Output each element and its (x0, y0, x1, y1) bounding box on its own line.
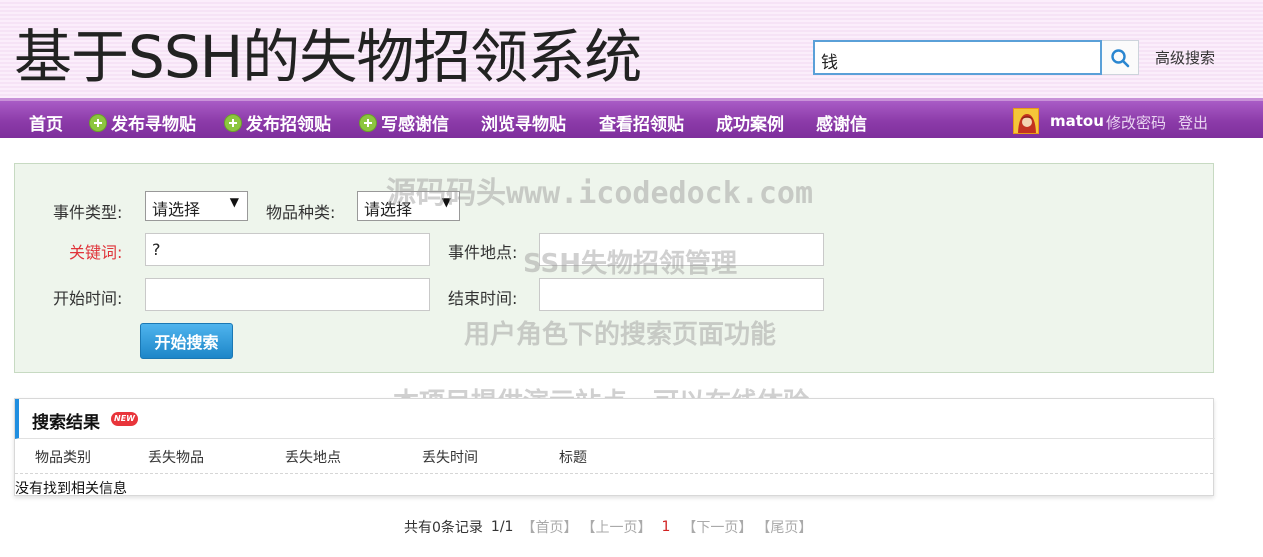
avatar[interactable] (1013, 108, 1039, 134)
nav-item-label: 感谢信 (816, 115, 867, 135)
item-kind-label: 物品种类: (266, 203, 336, 222)
divider (15, 473, 1213, 474)
nav-item-post-found[interactable]: 发布招领贴 (224, 110, 331, 135)
event-type-label: 事件类型: (53, 203, 123, 222)
nav-item-thank-letters[interactable]: 感谢信 (816, 110, 867, 135)
next-page-link[interactable]: 【下一页】 (682, 517, 752, 537)
last-page-link[interactable]: 【尾页】 (756, 517, 812, 537)
location-input[interactable] (539, 233, 824, 266)
search-results-panel: 搜索结果 NEW 物品类别 丢失物品 丢失地点 丢失时间 标题 没有找到相关信息 (14, 398, 1215, 497)
nav-item-label: 写感谢信 (381, 115, 449, 135)
nav-item-post-lost[interactable]: 发布寻物贴 (89, 110, 196, 135)
advanced-search-link[interactable]: 高级搜索 (1155, 47, 1215, 68)
page-info: 1/1 (490, 519, 514, 535)
pagination: 共有0条记录 1/1 【首页】 【上一页】 1 【下一页】 【尾页】 (404, 517, 816, 537)
user-avatar-icon (1014, 109, 1038, 133)
item-kind-value: 请选择 (364, 200, 413, 219)
results-title: 搜索结果 (32, 413, 100, 433)
keyword-input[interactable]: ? (145, 233, 430, 266)
column-header: 物品类别 (35, 450, 91, 466)
change-password-link[interactable]: 修改密码 (1106, 112, 1166, 133)
column-header: 丢失地点 (285, 450, 341, 466)
plus-circle-icon (89, 113, 107, 132)
first-page-link[interactable]: 【首页】 (521, 517, 577, 537)
column-header: 标题 (559, 450, 587, 466)
start-time-label: 开始时间: (53, 289, 123, 308)
nav-item-label: 发布寻物贴 (111, 115, 196, 135)
site-title: 基于SSH的失物招领系统 (14, 23, 642, 91)
event-type-value: 请选择 (152, 200, 201, 219)
column-header: 丢失时间 (422, 450, 478, 466)
column-header: 丢失物品 (148, 450, 204, 466)
plus-circle-icon (359, 113, 377, 132)
site-header: 基于SSH的失物招领系统 钱 高级搜索 (0, 0, 1263, 98)
dropdown-caret-icon: ▼ (441, 195, 451, 209)
search-icon (1111, 48, 1130, 67)
nav-item-label: 成功案例 (716, 115, 784, 135)
nav-item-view-found[interactable]: 查看招领贴 (599, 110, 684, 135)
nav-item-success-cases[interactable]: 成功案例 (716, 110, 784, 135)
main-nav: 首页 发布寻物贴 发布招领贴 写感谢信 浏览寻物贴 查看招领贴 成功案例 感谢信… (0, 98, 1263, 138)
start-time-input[interactable] (145, 278, 430, 311)
dropdown-caret-icon: ▼ (229, 195, 239, 209)
nav-item-label: 查看招领贴 (599, 115, 684, 135)
plus-circle-icon (224, 113, 242, 132)
keyword-label: 关键词: (69, 243, 123, 262)
current-page: 1 (661, 519, 671, 535)
search-button[interactable] (1102, 40, 1139, 75)
location-label: 事件地点: (448, 243, 518, 262)
empty-results-message: 没有找到相关信息 (15, 481, 127, 497)
total-records: 共有0条记录 (404, 520, 483, 536)
results-header: 搜索结果 NEW (15, 399, 1215, 439)
nav-item-write-thanks[interactable]: 写感谢信 (359, 110, 449, 135)
logout-link[interactable]: 登出 (1178, 112, 1208, 133)
start-search-button[interactable]: 开始搜索 (140, 323, 233, 359)
username-link[interactable]: matou (1050, 112, 1104, 130)
nav-item-home[interactable]: 首页 (29, 110, 63, 135)
nav-item-label: 首页 (29, 115, 63, 135)
end-time-label: 结束时间: (448, 289, 518, 308)
nav-item-label: 发布招领贴 (246, 115, 331, 135)
nav-item-browse-lost[interactable]: 浏览寻物贴 (481, 110, 566, 135)
end-time-input[interactable] (539, 278, 824, 311)
new-badge: NEW (111, 412, 138, 426)
event-type-select[interactable]: 请选择 ▼ (145, 191, 248, 221)
item-kind-select[interactable]: 请选择 ▼ (357, 191, 460, 221)
prev-page-link[interactable]: 【上一页】 (581, 517, 651, 537)
nav-item-label: 浏览寻物贴 (481, 115, 566, 135)
search-input[interactable]: 钱 (813, 40, 1102, 75)
